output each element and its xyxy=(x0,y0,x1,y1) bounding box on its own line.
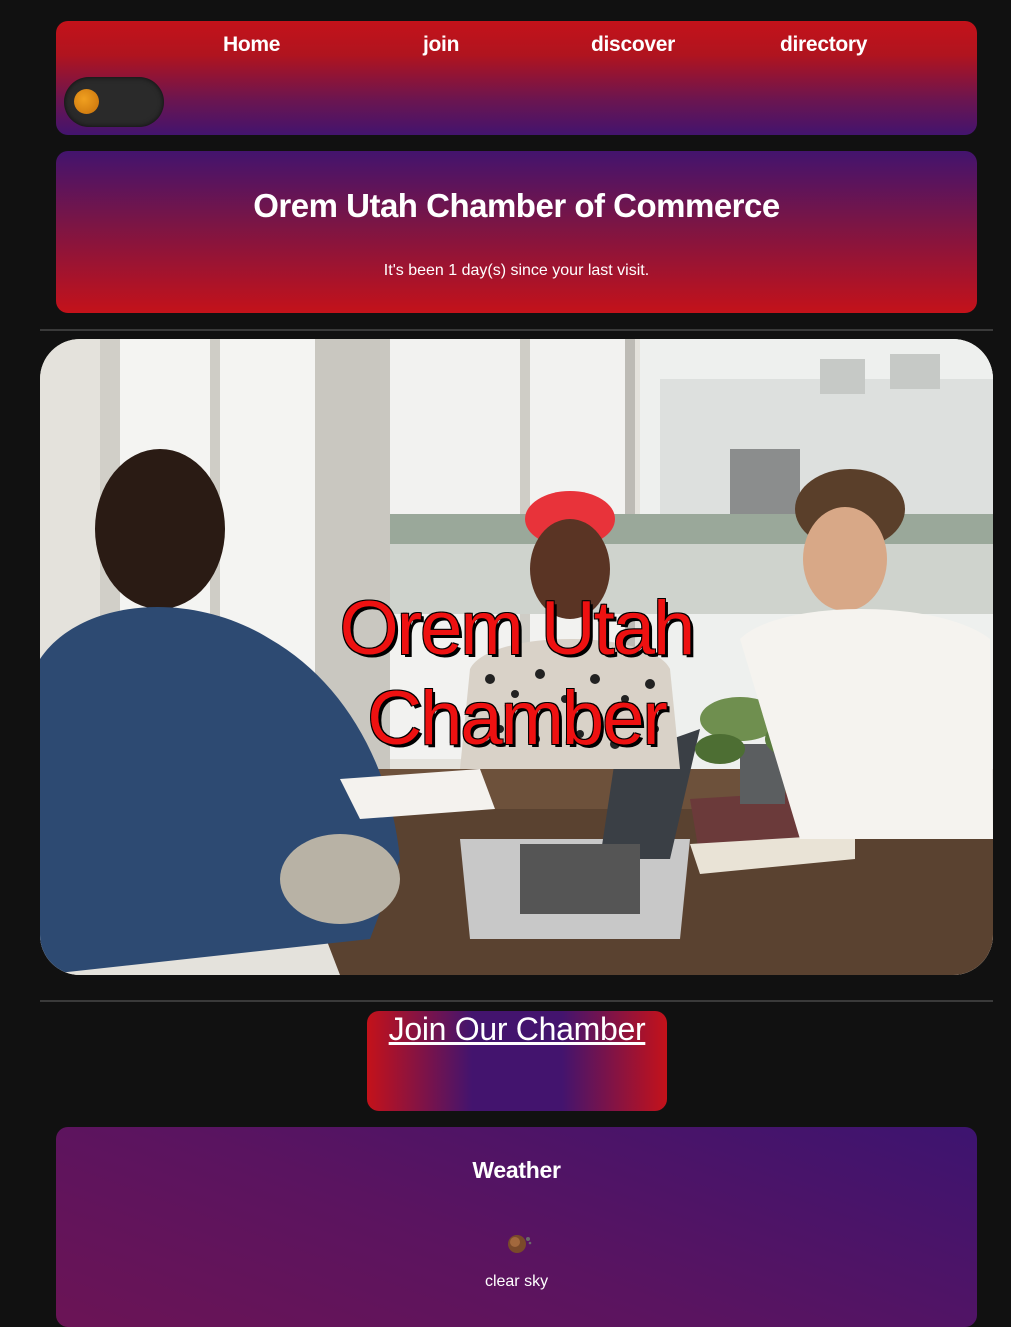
nav-link-directory[interactable]: directory xyxy=(780,33,867,57)
nav-bar: Home join discover directory xyxy=(56,21,977,135)
divider xyxy=(40,1000,993,1002)
hero-image: Orem Utah Chamber xyxy=(40,339,993,975)
clear-sky-icon xyxy=(508,1235,532,1253)
dark-mode-toggle[interactable] xyxy=(64,77,164,127)
nav-link-home[interactable]: Home xyxy=(223,33,280,57)
divider xyxy=(40,329,993,331)
weather-title: Weather xyxy=(472,1157,561,1183)
join-cta-box: Join Our Chamber xyxy=(367,1011,667,1111)
weather-card: Weather clear sky xyxy=(56,1127,977,1327)
hero-title-line2: Chamber xyxy=(367,676,668,761)
nav-link-join[interactable]: join xyxy=(423,33,459,57)
page-title: Orem Utah Chamber of Commerce xyxy=(253,187,780,224)
join-chamber-link[interactable]: Join Our Chamber xyxy=(389,1011,646,1048)
hero-title-line1: Orem Utah xyxy=(339,586,696,671)
last-visit-message: It's been 1 day(s) since your last visit… xyxy=(383,262,650,279)
header-card: Orem Utah Chamber of Commerce It's been … xyxy=(56,151,977,313)
hero-title: Orem Utah Chamber xyxy=(40,584,993,764)
toggle-knob xyxy=(74,89,99,114)
nav-link-discover[interactable]: discover xyxy=(591,33,675,57)
weather-description: clear sky xyxy=(484,1273,549,1290)
